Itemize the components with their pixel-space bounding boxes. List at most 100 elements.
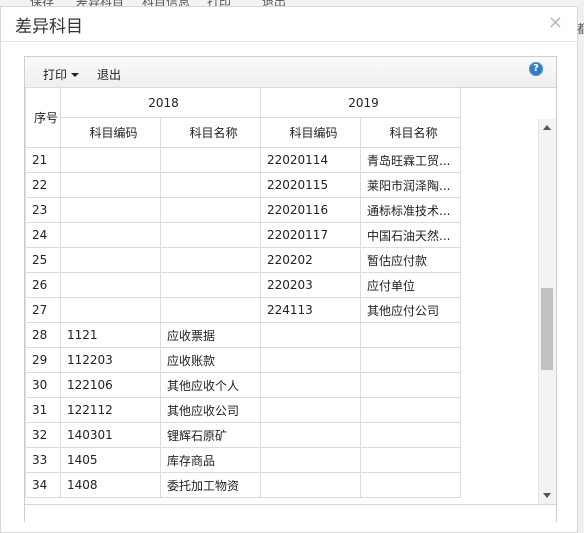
cell-code-b[interactable]: 22020114 — [260, 147, 361, 173]
cell-seq[interactable]: 21 — [25, 147, 61, 173]
header-year-2018[interactable]: 2018 — [60, 87, 261, 118]
cell-name-b[interactable] — [360, 472, 461, 498]
cell-code-a[interactable] — [60, 222, 161, 248]
cell-code-a[interactable]: 1408 — [60, 472, 161, 498]
table-row[interactable]: 21 22020114 青岛旺霖工贸... — [25, 147, 461, 173]
cell-code-a[interactable]: 140301 — [60, 422, 161, 448]
cell-name-b[interactable]: 通标标准技术... — [360, 197, 461, 223]
help-icon[interactable]: ? — [529, 62, 543, 76]
cell-seq[interactable]: 33 — [25, 447, 61, 473]
cell-seq[interactable]: 32 — [25, 422, 61, 448]
cell-code-a[interactable] — [60, 272, 161, 298]
cell-name-b[interactable]: 应付单位 — [360, 272, 461, 298]
table-row[interactable]: 26 220203 应付单位 — [25, 272, 461, 298]
cell-name-a[interactable]: 其他应收公司 — [160, 397, 261, 423]
cell-name-b[interactable]: 莱阳市润泽陶... — [360, 172, 461, 198]
table-row[interactable]: 25 220202 暂估应付款 — [25, 247, 461, 273]
cell-name-a[interactable] — [160, 272, 261, 298]
print-button[interactable]: 打印 — [43, 66, 80, 83]
cell-seq[interactable]: 22 — [25, 172, 61, 198]
cell-seq[interactable]: 28 — [25, 322, 61, 348]
cell-seq[interactable]: 23 — [25, 197, 61, 223]
cell-name-a[interactable]: 其他应收个人 — [160, 372, 261, 398]
cell-code-b[interactable] — [260, 422, 361, 448]
cell-name-b[interactable] — [360, 422, 461, 448]
header-seq[interactable]: 序号 — [25, 87, 61, 148]
cell-code-b[interactable] — [260, 447, 361, 473]
cell-code-b[interactable]: 22020115 — [260, 172, 361, 198]
cell-code-a[interactable] — [60, 172, 161, 198]
cell-name-a[interactable]: 委托加工物资 — [160, 472, 261, 498]
cell-seq[interactable]: 25 — [25, 247, 61, 273]
cell-seq[interactable]: 30 — [25, 372, 61, 398]
cell-name-b[interactable]: 暂估应付款 — [360, 247, 461, 273]
cell-code-b[interactable]: 224113 — [260, 297, 361, 323]
cell-seq[interactable]: 29 — [25, 347, 61, 373]
cell-name-a[interactable]: 应收账款 — [160, 347, 261, 373]
scroll-down-arrow-icon[interactable] — [543, 493, 551, 498]
table-row[interactable]: 34 1408 委托加工物资 — [25, 472, 461, 498]
table-row[interactable]: 32 140301 锂辉石原矿 — [25, 422, 461, 448]
cell-code-b[interactable] — [260, 372, 361, 398]
close-icon[interactable]: × — [548, 12, 563, 33]
cell-code-a[interactable] — [60, 197, 161, 223]
cell-code-b[interactable] — [260, 472, 361, 498]
cell-name-b[interactable]: 其他应付公司 — [360, 297, 461, 323]
cell-code-a[interactable]: 122112 — [60, 397, 161, 423]
cell-code-b[interactable] — [260, 347, 361, 373]
cell-name-b[interactable] — [360, 322, 461, 348]
cell-code-b[interactable]: 22020117 — [260, 222, 361, 248]
exit-button[interactable]: 退出 — [97, 66, 121, 83]
cell-code-b[interactable]: 220202 — [260, 247, 361, 273]
header-code-2019[interactable]: 科目编码 — [260, 117, 361, 148]
table-row[interactable]: 23 22020116 通标标准技术... — [25, 197, 461, 223]
cell-name-a[interactable] — [160, 172, 261, 198]
cell-seq[interactable]: 24 — [25, 222, 61, 248]
table-row[interactable]: 22 22020115 莱阳市润泽陶... — [25, 172, 461, 198]
cell-name-a[interactable] — [160, 147, 261, 173]
cell-code-a[interactable] — [60, 147, 161, 173]
cell-code-b[interactable] — [260, 322, 361, 348]
cell-name-a[interactable] — [160, 247, 261, 273]
cell-name-a[interactable]: 锂辉石原矿 — [160, 422, 261, 448]
cell-code-a[interactable]: 122106 — [60, 372, 161, 398]
cell-name-a[interactable] — [160, 222, 261, 248]
table-row[interactable]: 31 122112 其他应收公司 — [25, 397, 461, 423]
cell-code-b[interactable] — [260, 397, 361, 423]
table-row[interactable]: 28 1121 应收票据 — [25, 322, 461, 348]
scroll-up-arrow-icon[interactable] — [543, 125, 551, 130]
table-row[interactable]: 27 224113 其他应付公司 — [25, 297, 461, 323]
header-code-2018[interactable]: 科目编码 — [60, 117, 161, 148]
cell-code-a[interactable] — [60, 247, 161, 273]
cell-code-a[interactable]: 1405 — [60, 447, 161, 473]
header-row-years: 序号 2018 2019 — [25, 87, 461, 148]
cell-name-a[interactable] — [160, 297, 261, 323]
header-year-2019[interactable]: 2019 — [260, 87, 461, 118]
cell-name-a[interactable] — [160, 197, 261, 223]
cell-seq[interactable]: 26 — [25, 272, 61, 298]
table-row[interactable]: 24 22020117 中国石油天然... — [25, 222, 461, 248]
cell-code-a[interactable]: 112203 — [60, 347, 161, 373]
cell-name-b[interactable]: 青岛旺霖工贸... — [360, 147, 461, 173]
cell-code-b[interactable]: 22020116 — [260, 197, 361, 223]
cell-name-b[interactable] — [360, 372, 461, 398]
cell-name-a[interactable]: 库存商品 — [160, 447, 261, 473]
cell-code-a[interactable] — [60, 297, 161, 323]
cell-seq[interactable]: 34 — [25, 472, 61, 498]
cell-seq[interactable]: 31 — [25, 397, 61, 423]
table-row[interactable]: 30 122106 其他应收个人 — [25, 372, 461, 398]
cell-name-b[interactable]: 中国石油天然... — [360, 222, 461, 248]
cell-name-b[interactable] — [360, 397, 461, 423]
vertical-scrollbar[interactable] — [538, 119, 556, 504]
table-row[interactable]: 33 1405 库存商品 — [25, 447, 461, 473]
table-row[interactable]: 29 112203 应收账款 — [25, 347, 461, 373]
cell-seq[interactable]: 27 — [25, 297, 61, 323]
cell-code-a[interactable]: 1121 — [60, 322, 161, 348]
scrollbar-thumb[interactable] — [541, 288, 553, 370]
cell-name-a[interactable]: 应收票据 — [160, 322, 261, 348]
cell-name-b[interactable] — [360, 347, 461, 373]
header-name-2018[interactable]: 科目名称 — [160, 117, 261, 148]
header-name-2019[interactable]: 科目名称 — [360, 117, 461, 148]
cell-name-b[interactable] — [360, 447, 461, 473]
cell-code-b[interactable]: 220203 — [260, 272, 361, 298]
